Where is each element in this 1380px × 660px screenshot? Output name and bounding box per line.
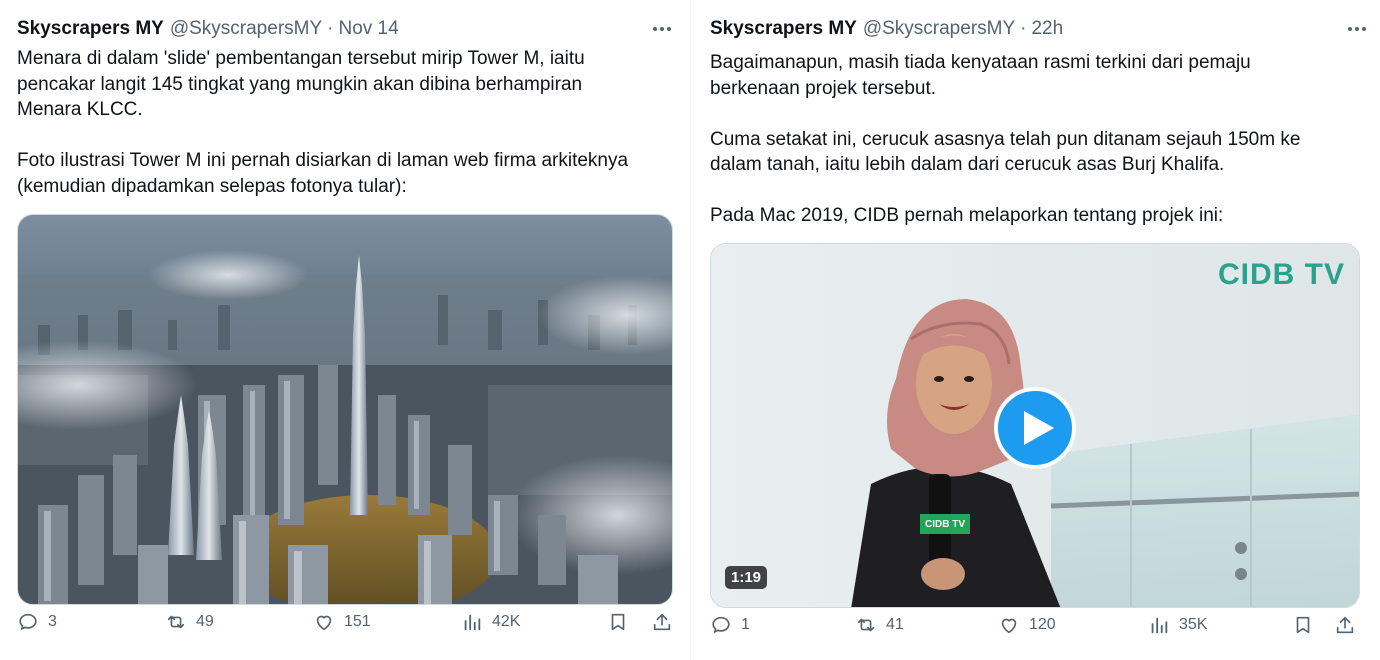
views-icon [464, 614, 481, 631]
heart-icon [316, 615, 332, 631]
more-options-icon[interactable] [645, 12, 679, 46]
more-options-icon[interactable] [1340, 12, 1374, 46]
share-icon [653, 613, 671, 631]
user-handle[interactable]: @SkyscrapersMY [170, 18, 322, 40]
views-count: 42K [492, 613, 521, 630]
like-count: 120 [1029, 616, 1056, 633]
display-name[interactable]: Skyscrapers MY [710, 18, 857, 40]
share-button[interactable] [1334, 614, 1356, 636]
bookmark-button[interactable] [1292, 614, 1314, 636]
bookmark-icon [1296, 616, 1310, 634]
like-button[interactable]: 120 [998, 614, 1056, 636]
bookmark-icon [611, 613, 625, 631]
repost-icon [857, 618, 875, 632]
reply-button[interactable]: 1 [710, 614, 750, 636]
mic-flag: CIDB TV [920, 514, 970, 534]
repost-button[interactable]: 41 [855, 614, 904, 636]
separator: · [1020, 18, 1027, 39]
reply-count: 1 [741, 616, 750, 633]
user-handle[interactable]: @SkyscrapersMY [863, 18, 1015, 40]
views-button[interactable]: 35K [1148, 614, 1207, 636]
cidb-tv-logo: CIDB TV [1218, 258, 1345, 291]
display-name[interactable]: Skyscrapers MY [17, 18, 164, 40]
tweet-text: Menara di dalam 'slide' pembentangan ter… [17, 48, 629, 197]
play-icon [1024, 411, 1054, 445]
repost-icon [167, 615, 185, 629]
timestamp[interactable]: Nov 14 [338, 18, 398, 40]
separator: · [327, 18, 334, 39]
views-button[interactable]: 42K [461, 611, 520, 633]
tweet-video[interactable]: CIDB TV CIDB TV 1:19 [710, 243, 1360, 608]
views-icon [1151, 617, 1168, 634]
reply-icon [712, 616, 730, 634]
play-button[interactable] [994, 387, 1076, 469]
share-button[interactable] [651, 611, 673, 633]
like-count: 151 [344, 613, 371, 630]
tweet-header: Skyscrapers MY @SkyscrapersMY · Nov 14 [17, 18, 399, 40]
heart-icon [1001, 618, 1017, 634]
like-button[interactable]: 151 [313, 611, 371, 633]
repost-count: 41 [886, 616, 904, 633]
reply-icon [19, 613, 37, 631]
share-icon [1336, 616, 1354, 634]
tweet-text: Bagaimanapun, masih tiada kenyataan rasm… [710, 52, 1301, 226]
reply-count: 3 [48, 613, 57, 630]
views-count: 35K [1179, 616, 1208, 633]
city-aerial-image [18, 215, 672, 604]
tweet-header: Skyscrapers MY @SkyscrapersMY · 22h [710, 18, 1063, 40]
tweet-left[interactable]: Skyscrapers MY @SkyscrapersMY · Nov 14 M… [0, 0, 690, 660]
tweet-right[interactable]: Skyscrapers MY @SkyscrapersMY · 22h Baga… [695, 0, 1380, 660]
reply-button[interactable]: 3 [17, 611, 57, 633]
repost-count: 49 [196, 613, 214, 630]
tweet-image[interactable] [17, 214, 673, 605]
video-duration: 1:19 [725, 566, 768, 589]
bookmark-button[interactable] [607, 611, 629, 633]
timestamp[interactable]: 22h [1031, 18, 1063, 40]
repost-button[interactable]: 49 [165, 611, 214, 633]
